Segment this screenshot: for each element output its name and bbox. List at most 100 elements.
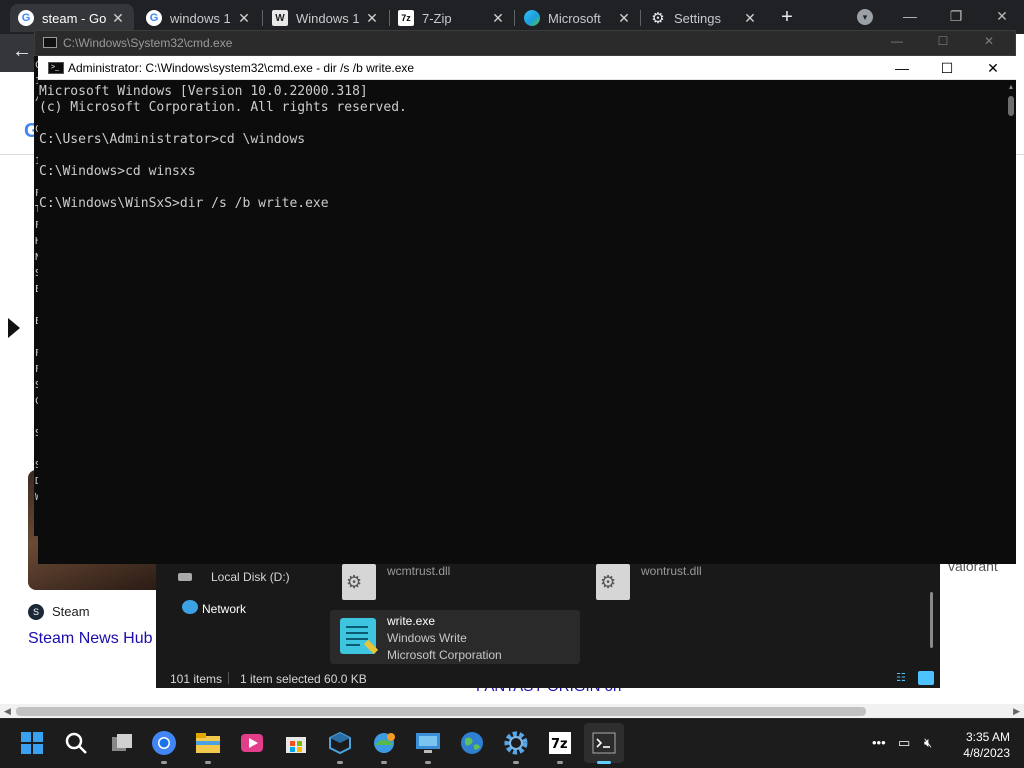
close-tab-icon[interactable]: ✕ [236, 10, 252, 27]
7zip-icon[interactable]: 7z [546, 729, 574, 757]
nav-item-local-disk-d[interactable]: Local Disk (D:) [211, 570, 290, 584]
close-tab-icon[interactable]: ✕ [490, 10, 506, 27]
write-exe-icon-line [346, 632, 368, 634]
maximize-button[interactable]: ☐ [929, 58, 965, 78]
selected-file-name[interactable]: write.exe [387, 614, 435, 628]
running-indicator [513, 761, 519, 764]
new-tab-button[interactable]: + [776, 5, 798, 29]
window-title: C:\Windows\System32\cmd.exe [63, 36, 233, 50]
file-name[interactable]: wontrust.dll [641, 564, 702, 578]
task-view-icon[interactable] [108, 729, 136, 757]
running-indicator [597, 761, 611, 764]
nav-item-network[interactable]: Network [202, 602, 246, 616]
back-arrow-icon[interactable]: ← [12, 40, 32, 62]
status-bar: 101 items 1 item selected 60.0 KB ☷ [156, 668, 940, 688]
network-status-icon[interactable]: ▭ [898, 735, 910, 751]
navigation-pane: Local Disk (D:) Network [156, 564, 328, 668]
tab-microsoft[interactable]: Microsoft ✕ [516, 4, 640, 32]
close-button[interactable]: ✕ [979, 34, 999, 48]
chrome-icon[interactable] [150, 729, 178, 757]
scroll-left-icon[interactable]: ◀ [4, 706, 11, 717]
tab-7zip[interactable]: 7z 7-Zip ✕ [390, 4, 514, 32]
cmd-line: ​ [39, 148, 1004, 164]
file-explorer-window[interactable]: Local Disk (D:) Network ⚙ wcmtrust.dll ⚙… [156, 564, 940, 688]
remote-desktop-icon[interactable] [414, 729, 442, 757]
running-indicator [425, 761, 431, 764]
tab-separator [514, 10, 515, 26]
virtualbox-icon[interactable] [326, 729, 354, 757]
running-indicator [161, 761, 167, 764]
microsoft-store-icon[interactable] [282, 729, 310, 757]
clock-date[interactable]: 4/8/2023 [950, 746, 1010, 760]
scroll-up-icon[interactable]: ▲ [1007, 84, 1015, 92]
maximize-button[interactable]: ☐ [933, 34, 953, 48]
tab-settings[interactable]: ⚙ Settings ✕ [642, 4, 766, 32]
tab-steam-search[interactable]: G steam - Go ✕ [10, 4, 134, 32]
minimize-button[interactable]: — [887, 34, 907, 48]
dll-file-icon[interactable]: ⚙ [596, 564, 630, 600]
settings-icon[interactable] [502, 729, 530, 757]
globe-icon[interactable] [458, 729, 486, 757]
browser-tab-strip: G steam - Go ✕ G windows 1 ✕ W Windows 1… [0, 0, 1024, 34]
tab-separator [640, 10, 641, 26]
cmd-window-background[interactable]: C:\Windows\System32\cmd.exe — ☐ ✕ [34, 30, 1016, 56]
tab-windows-search[interactable]: G windows 1 ✕ [138, 4, 260, 32]
cmd-icon: >_ [48, 62, 64, 74]
explorer-scrollbar[interactable] [930, 592, 933, 648]
google-icon: G [146, 10, 162, 26]
cmd-line: C:\Windows\WinSxS>dir /s /b write.exe [39, 196, 329, 211]
running-indicator [381, 761, 387, 764]
gear-icon: ⚙ [346, 572, 363, 592]
edge-icon [524, 10, 540, 26]
browser-close-button[interactable]: ✕ [990, 4, 1014, 28]
file-explorer-icon[interactable] [194, 729, 222, 757]
cmd-line: (c) Microsoft Corporation. All rights re… [39, 100, 407, 115]
scrollbar-thumb[interactable] [16, 707, 866, 716]
search-icon[interactable] [62, 729, 90, 757]
details-view-icon[interactable]: ☷ [896, 672, 910, 684]
browser-minimize-button[interactable]: — [898, 4, 922, 28]
cmd-line: Microsoft Windows [Version 10.0.22000.31… [39, 84, 368, 99]
dll-file-icon[interactable]: ⚙ [342, 564, 376, 600]
steam-icon: S [28, 604, 44, 620]
close-tab-icon[interactable]: ✕ [110, 10, 126, 27]
tab-search-icon[interactable]: ▾ [857, 9, 873, 25]
cmd-line: C:\Windows>cd winsxs [39, 164, 196, 179]
tiles-view-icon[interactable] [918, 671, 934, 685]
close-tab-icon[interactable]: ✕ [364, 10, 380, 27]
clock-time[interactable]: 3:35 AM [950, 730, 1010, 744]
drive-icon [178, 573, 192, 581]
divider [228, 672, 229, 684]
close-button[interactable]: ✕ [975, 58, 1011, 78]
write-exe-icon-line [346, 626, 368, 628]
start-icon[interactable] [18, 729, 46, 757]
show-hidden-icons-icon[interactable]: ••• [872, 735, 886, 750]
scroll-right-icon[interactable]: ▶ [1013, 706, 1020, 717]
svg-text:7z: 7z [551, 737, 568, 752]
cmd-line: C:\Users\Administrator>cd \windows [39, 132, 306, 147]
horizontal-scrollbar[interactable]: ◀ ▶ [0, 704, 1024, 718]
browser-maximize-button[interactable]: ❐ [944, 4, 968, 28]
file-name[interactable]: wcmtrust.dll [387, 564, 450, 578]
network-globe-icon[interactable] [370, 729, 398, 757]
media-player-icon[interactable] [238, 729, 266, 757]
tab-wikipedia[interactable]: W Windows 1 ✕ [264, 4, 388, 32]
cmd-output[interactable]: Microsoft Windows [Version 10.0.22000.31… [38, 82, 1004, 564]
cmd-line: ​ [39, 180, 1004, 196]
minimize-button[interactable]: — [884, 58, 920, 78]
taskbar: 7z ••• ▭ 🔇︎ 3:35 AM 4/8/2023 [0, 718, 1024, 768]
close-tab-icon[interactable]: ✕ [742, 10, 758, 27]
tab-title: Windows 1 [296, 10, 360, 26]
volume-muted-icon[interactable]: 🔇︎ [924, 735, 932, 751]
cmd-window[interactable]: >_ Administrator: C:\Windows\system32\cm… [38, 56, 1016, 564]
write-exe-icon-line [346, 644, 360, 646]
terminal-icon[interactable] [590, 729, 618, 757]
tab-title: Settings [674, 10, 721, 26]
cmd-title-bar[interactable]: >_ Administrator: C:\Windows\system32\cm… [38, 56, 1016, 80]
cmd-scrollbar-thumb[interactable] [1008, 96, 1014, 116]
selection-info: 1 item selected 60.0 KB [240, 672, 367, 686]
google-icon: G [18, 10, 34, 26]
mouse-cursor-icon [8, 318, 20, 338]
steam-news-hub-link[interactable]: Steam News Hub [28, 630, 153, 648]
close-tab-icon[interactable]: ✕ [616, 10, 632, 27]
